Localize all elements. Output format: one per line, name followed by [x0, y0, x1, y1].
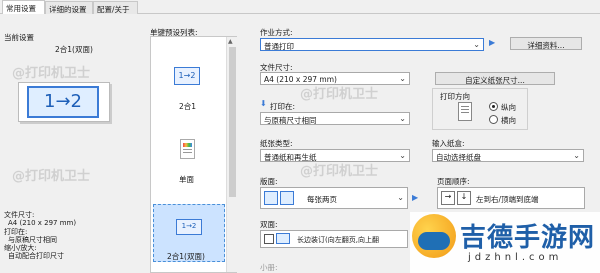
current-settings-label: 当前设置 — [4, 33, 34, 42]
tab-common-settings[interactable]: 常用设置 — [2, 0, 45, 14]
radio-dot — [492, 105, 495, 108]
print-on-label: 打印在: — [270, 102, 296, 111]
preview-pages-icon: 1→2 — [27, 86, 99, 118]
print-on-value: 与原稿尺寸相同 — [264, 116, 317, 125]
portrait-radio[interactable] — [489, 102, 498, 111]
orientation-label: 打印方向 — [438, 91, 472, 102]
settings-summary: 文件尺寸: A4 (210 x 297 mm) 打印在: 与原稿尺寸相同 缩小/… — [4, 211, 76, 261]
preset-item-label: 2合1 — [179, 102, 197, 111]
summary-line: 文件尺寸: — [4, 211, 35, 219]
text-line — [183, 149, 192, 150]
preset-item-label: 2合1(双面) — [167, 252, 205, 261]
watermark-text: @打印机卫士 — [300, 164, 379, 179]
layout-page-left-icon — [264, 191, 278, 205]
text-line — [183, 152, 192, 153]
page-order-label: 页面顺序: — [437, 177, 470, 186]
current-preview: 1→2 — [18, 82, 110, 122]
preset-item-label: 单面 — [179, 175, 194, 184]
chevron-down-icon: ⌄ — [399, 74, 406, 83]
layout-label: 版面: — [260, 177, 278, 186]
orientation-group: 打印方向 纵向 横向 — [432, 88, 528, 130]
layout-page-right-icon — [280, 191, 294, 205]
preset-item-2in1[interactable]: 1→2 2合1 — [153, 57, 225, 117]
job-method-value: 普通打印 — [264, 42, 294, 51]
scrollbar-thumb[interactable] — [229, 47, 236, 197]
logo-wave-icon — [418, 232, 450, 250]
preset-list[interactable]: ▲ 1→2 2合1 单面 1→2 2合1(双面) — [150, 36, 237, 273]
tab-config-about[interactable]: 配置/关于 — [93, 1, 138, 14]
arrow-right-icon: → — [441, 191, 455, 205]
custom-paper-size-button[interactable]: 自定义纸张尺寸... — [435, 72, 555, 85]
print-on-select[interactable]: 与原稿尺寸相同 ⌄ — [260, 112, 410, 125]
arrow-down-icon: ↓ — [457, 191, 471, 205]
arrow-right-icon: ▶ — [489, 38, 496, 47]
watermark-text: @打印机卫士 — [12, 169, 91, 184]
page-order-value: 左到右/顶端到底端 — [476, 195, 539, 204]
input-tray-label: 输入纸盒: — [432, 139, 465, 148]
summary-line: 打印在: — [4, 227, 28, 236]
duplex-book-icon — [276, 233, 290, 244]
preset-item-2in1-duplex[interactable]: 1→2 2合1(双面) — [153, 204, 225, 262]
tab-detailed-settings[interactable]: 详细的设置 — [45, 1, 93, 14]
summary-line: A4 (210 x 297 mm) — [8, 219, 77, 228]
2in1-duplex-icon: 1→2 — [176, 219, 202, 235]
preset-list-scrollbar[interactable]: ▲ — [226, 37, 237, 272]
text-line — [461, 106, 469, 107]
text-line — [461, 109, 469, 110]
page-order-select[interactable]: → ↓ 左到右/顶端到底端 — [437, 187, 585, 209]
summary-line: 与原稿尺寸相同 — [8, 235, 57, 244]
duplex-value: 长边装订(向左翻页,向上翻 — [297, 236, 379, 244]
chevron-down-icon: ⌄ — [399, 151, 406, 160]
arrow-right-icon: ▶ — [412, 193, 419, 202]
chevron-down-icon: ⌄ — [397, 193, 404, 202]
booklet-label: 小册: — [260, 263, 278, 272]
landscape-radio[interactable] — [489, 115, 498, 124]
summary-line: 自动配合打印尺寸 — [8, 252, 64, 261]
job-method-select[interactable]: 普通打印 ⌄ — [260, 38, 484, 51]
portrait-page-icon — [458, 102, 472, 121]
duplex-page-icon — [264, 234, 274, 244]
watermark-text: @打印机卫士 — [300, 87, 379, 102]
2in1-icon: 1→2 — [174, 67, 200, 85]
current-settings-value: 2合1(双面) — [55, 45, 93, 54]
logo-url: jdzhnl.com — [468, 252, 563, 263]
chevron-down-icon: ⌄ — [473, 40, 480, 49]
duplex-label: 双面: — [260, 220, 278, 229]
input-tray-value: 自动选择纸盘 — [436, 153, 481, 162]
job-method-label: 作业方式: — [260, 28, 293, 37]
input-tray-select[interactable]: 自动选择纸盘 ⌄ — [432, 149, 584, 162]
chevron-down-icon: ⌄ — [573, 151, 580, 160]
paper-type-label: 纸张类型: — [260, 139, 293, 148]
site-logo: 吉德手游网 jdzhnl.com — [410, 212, 600, 273]
layout-value: 每张两页 — [307, 195, 337, 204]
print-on-arrow-icon: ⬇ — [260, 99, 267, 108]
logo-text: 吉德手游网 — [460, 223, 596, 253]
single-page-icon — [180, 139, 195, 159]
details-button[interactable]: 详细资料... — [510, 37, 582, 50]
landscape-label: 横向 — [501, 116, 516, 125]
color-bar — [183, 143, 192, 147]
scroll-up-arrow-icon[interactable]: ▲ — [228, 38, 233, 45]
preset-item-single[interactable]: 单面 — [153, 135, 225, 187]
layout-select[interactable]: 每张两页 ⌄ — [260, 187, 408, 209]
watermark-text: @打印机卫士 — [12, 66, 91, 81]
logo-emblem-icon — [412, 214, 456, 258]
text-line — [461, 112, 469, 113]
duplex-select[interactable]: 长边装订(向左翻页,向上翻 — [260, 230, 408, 248]
portrait-label: 纵向 — [501, 103, 516, 112]
chevron-down-icon: ⌄ — [399, 114, 406, 123]
